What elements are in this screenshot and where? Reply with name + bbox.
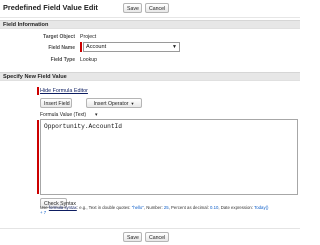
- cancel-button-bottom[interactable]: Cancel: [145, 232, 169, 242]
- section-title: Field Information: [3, 22, 49, 28]
- insert-operator-button[interactable]: Insert Operator ▼: [86, 98, 142, 108]
- page-title: Predefined Field Value Edit: [3, 3, 98, 12]
- section-title: Specify New Field Value: [3, 74, 67, 80]
- field-name-selected-value: Account: [86, 44, 107, 50]
- help-middle: : e.g., Text in double quotes:: [76, 205, 132, 210]
- formula-value-label: Formula Value (Text): [40, 112, 87, 118]
- formula-editor-textarea[interactable]: Opportunity.AccountId: [40, 119, 298, 195]
- page-header: Predefined Field Value Edit Save Cancel: [0, 0, 300, 18]
- insert-operator-label: Insert Operator: [93, 101, 129, 107]
- field-name-select[interactable]: Account ▼: [83, 42, 180, 52]
- save-button[interactable]: Save: [123, 3, 142, 13]
- formula-text: Opportunity.AccountId: [44, 123, 122, 130]
- required-marker: [37, 87, 39, 95]
- save-button-bottom[interactable]: Save: [123, 232, 142, 242]
- insert-field-button[interactable]: Insert Field: [40, 98, 72, 108]
- percent-label: , Percent as decimal:: [168, 205, 210, 210]
- field-information-section-header: Field Information: [0, 20, 300, 29]
- info-icon: ▾: [95, 112, 98, 118]
- dropdown-arrow-icon: ▼: [172, 44, 177, 50]
- example-text: "hello": [131, 205, 144, 210]
- new-field-value-section-header: Specify New Field Value: [0, 72, 300, 81]
- predefined-field-value-edit-page: Predefined Field Value Edit Save Cancel …: [0, 0, 300, 245]
- field-name-label: Field Name: [48, 45, 75, 51]
- target-object-value: Project: [80, 34, 97, 40]
- example-date: Today(): [254, 205, 269, 210]
- field-type-label: Field Type: [50, 57, 75, 63]
- field-type-value: Lookup: [80, 57, 98, 63]
- cancel-button[interactable]: Cancel: [145, 3, 169, 13]
- formula-syntax-link[interactable]: formula syntax: [49, 205, 77, 210]
- chevron-down-icon: ▼: [130, 101, 135, 106]
- hide-formula-editor-link[interactable]: Hide Formula Editor: [40, 88, 88, 94]
- formula-help-text: Use formula syntax: e.g., Text in double…: [40, 205, 298, 210]
- date-label: , Date expression:: [218, 205, 255, 210]
- number-label: , Number:: [143, 205, 164, 210]
- target-object-label: Target Object: [43, 34, 75, 40]
- divider: [0, 228, 300, 229]
- example-date-continued: + 7: [40, 210, 47, 215]
- required-marker: [37, 120, 39, 194]
- required-marker: [80, 42, 82, 52]
